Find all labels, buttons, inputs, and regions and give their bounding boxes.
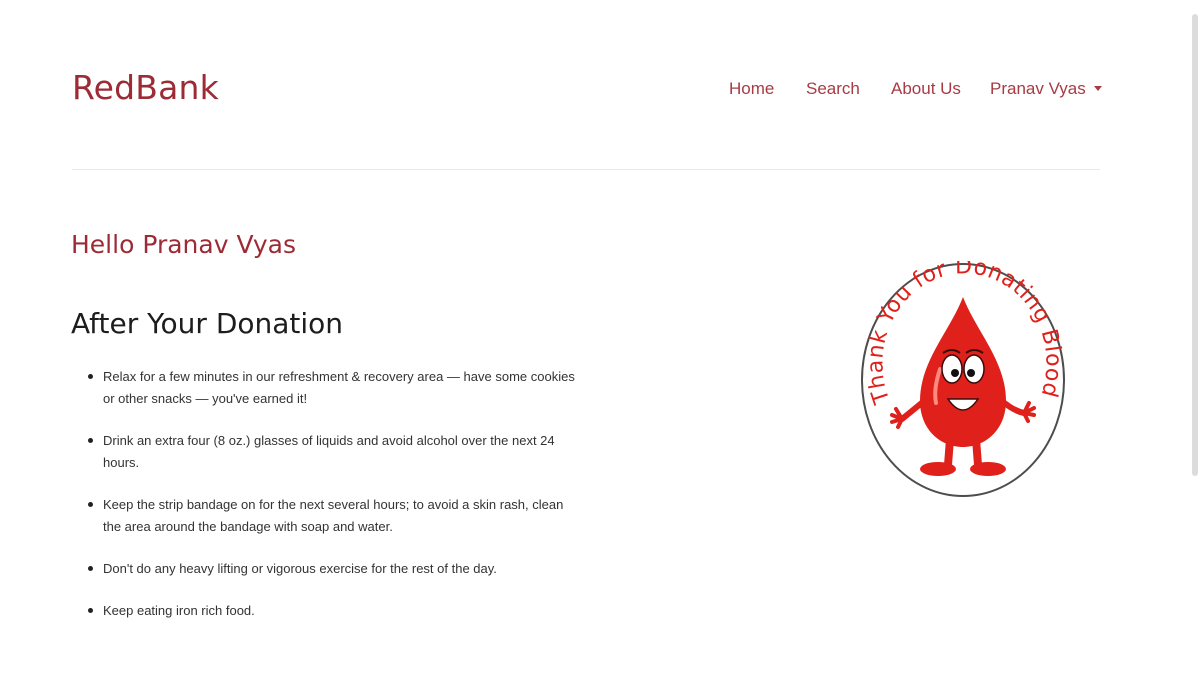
list-item: Keep the strip bandage on for the next s…	[88, 494, 583, 538]
page-title: After Your Donation	[71, 307, 344, 340]
greeting-heading: Hello Pranav Vyas	[71, 230, 297, 259]
page-scrollbar[interactable]	[1192, 14, 1198, 476]
caret-down-icon	[1093, 86, 1102, 91]
nav-home[interactable]: Home	[729, 79, 774, 99]
donation-tips-list: Relax for a few minutes in our refreshme…	[88, 366, 583, 642]
nav-about-us[interactable]: About Us	[891, 79, 961, 99]
thank-you-badge: Thank You for Donating Blood	[860, 254, 1066, 499]
header-divider	[72, 169, 1100, 170]
nav-search[interactable]: Search	[806, 79, 860, 99]
main-nav: Home Search About Us Pranav Vyas	[0, 79, 1198, 103]
badge-graphic: Thank You for Donating Blood	[861, 254, 1065, 497]
list-item: Relax for a few minutes in our refreshme…	[88, 366, 583, 410]
list-item: Drink an extra four (8 oz.) glasses of l…	[88, 430, 583, 474]
list-item: Don't do any heavy lifting or vigorous e…	[88, 558, 583, 580]
user-menu-label: Pranav Vyas	[990, 79, 1086, 98]
user-menu-dropdown[interactable]: Pranav Vyas	[990, 79, 1102, 99]
list-item: Keep eating iron rich food.	[88, 600, 583, 622]
